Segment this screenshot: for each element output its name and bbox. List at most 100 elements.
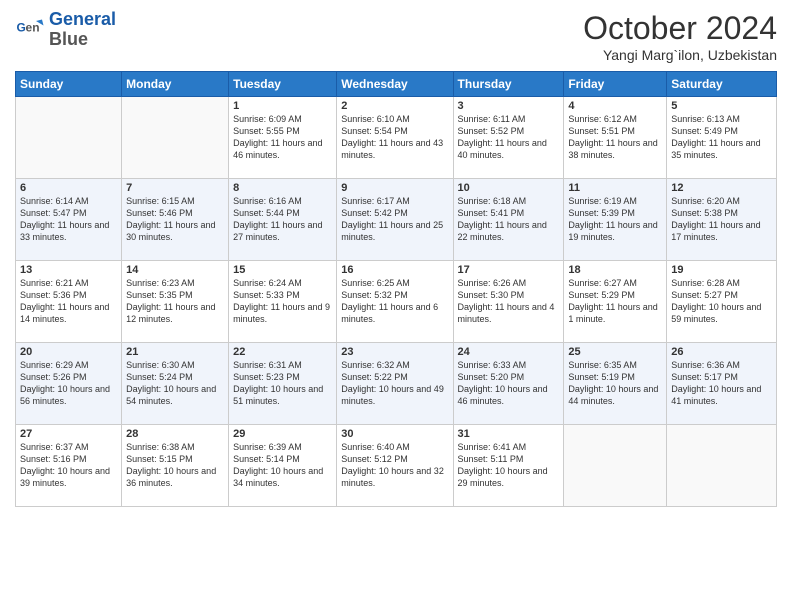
col-thursday: Thursday [453, 72, 564, 97]
calendar-week-3: 13Sunrise: 6:21 AM Sunset: 5:36 PM Dayli… [16, 261, 777, 343]
day-info: Sunrise: 6:09 AM Sunset: 5:55 PM Dayligh… [233, 113, 332, 162]
calendar-cell: 24Sunrise: 6:33 AM Sunset: 5:20 PM Dayli… [453, 343, 564, 425]
calendar-cell: 8Sunrise: 6:16 AM Sunset: 5:44 PM Daylig… [229, 179, 337, 261]
calendar-cell: 15Sunrise: 6:24 AM Sunset: 5:33 PM Dayli… [229, 261, 337, 343]
day-info: Sunrise: 6:38 AM Sunset: 5:15 PM Dayligh… [126, 441, 224, 490]
calendar-cell: 2Sunrise: 6:10 AM Sunset: 5:54 PM Daylig… [337, 97, 453, 179]
calendar-cell: 27Sunrise: 6:37 AM Sunset: 5:16 PM Dayli… [16, 425, 122, 507]
day-number: 30 [341, 428, 448, 440]
calendar-cell: 4Sunrise: 6:12 AM Sunset: 5:51 PM Daylig… [564, 97, 667, 179]
day-number: 22 [233, 346, 332, 358]
month-title: October 2024 [583, 10, 777, 47]
day-info: Sunrise: 6:36 AM Sunset: 5:17 PM Dayligh… [671, 359, 772, 408]
page: G e n General Blue October 2024 Yangi Ma… [0, 0, 792, 612]
logo-icon: G e n [15, 15, 45, 45]
day-info: Sunrise: 6:12 AM Sunset: 5:51 PM Dayligh… [568, 113, 662, 162]
day-info: Sunrise: 6:16 AM Sunset: 5:44 PM Dayligh… [233, 195, 332, 244]
calendar-cell [16, 97, 122, 179]
calendar-cell: 22Sunrise: 6:31 AM Sunset: 5:23 PM Dayli… [229, 343, 337, 425]
day-number: 1 [233, 100, 332, 112]
day-info: Sunrise: 6:26 AM Sunset: 5:30 PM Dayligh… [458, 277, 560, 326]
calendar-cell: 11Sunrise: 6:19 AM Sunset: 5:39 PM Dayli… [564, 179, 667, 261]
calendar-cell: 1Sunrise: 6:09 AM Sunset: 5:55 PM Daylig… [229, 97, 337, 179]
calendar-week-2: 6Sunrise: 6:14 AM Sunset: 5:47 PM Daylig… [16, 179, 777, 261]
day-number: 10 [458, 182, 560, 194]
calendar-table: Sunday Monday Tuesday Wednesday Thursday… [15, 71, 777, 507]
day-info: Sunrise: 6:28 AM Sunset: 5:27 PM Dayligh… [671, 277, 772, 326]
day-info: Sunrise: 6:13 AM Sunset: 5:49 PM Dayligh… [671, 113, 772, 162]
day-number: 12 [671, 182, 772, 194]
day-info: Sunrise: 6:21 AM Sunset: 5:36 PM Dayligh… [20, 277, 117, 326]
day-info: Sunrise: 6:20 AM Sunset: 5:38 PM Dayligh… [671, 195, 772, 244]
day-number: 4 [568, 100, 662, 112]
day-number: 23 [341, 346, 448, 358]
day-number: 2 [341, 100, 448, 112]
day-info: Sunrise: 6:15 AM Sunset: 5:46 PM Dayligh… [126, 195, 224, 244]
calendar-cell: 13Sunrise: 6:21 AM Sunset: 5:36 PM Dayli… [16, 261, 122, 343]
logo: G e n General Blue [15, 10, 116, 50]
day-info: Sunrise: 6:41 AM Sunset: 5:11 PM Dayligh… [458, 441, 560, 490]
calendar-cell: 31Sunrise: 6:41 AM Sunset: 5:11 PM Dayli… [453, 425, 564, 507]
logo-text: General Blue [49, 10, 116, 50]
day-info: Sunrise: 6:19 AM Sunset: 5:39 PM Dayligh… [568, 195, 662, 244]
calendar-week-4: 20Sunrise: 6:29 AM Sunset: 5:26 PM Dayli… [16, 343, 777, 425]
calendar-cell: 28Sunrise: 6:38 AM Sunset: 5:15 PM Dayli… [122, 425, 229, 507]
calendar-cell: 21Sunrise: 6:30 AM Sunset: 5:24 PM Dayli… [122, 343, 229, 425]
day-number: 19 [671, 264, 772, 276]
svg-text:G: G [17, 20, 26, 34]
day-number: 21 [126, 346, 224, 358]
title-block: October 2024 Yangi Marg`ilon, Uzbekistan [583, 10, 777, 63]
header: G e n General Blue October 2024 Yangi Ma… [15, 10, 777, 63]
svg-text:e: e [26, 20, 33, 34]
day-info: Sunrise: 6:10 AM Sunset: 5:54 PM Dayligh… [341, 113, 448, 162]
col-wednesday: Wednesday [337, 72, 453, 97]
calendar-cell: 17Sunrise: 6:26 AM Sunset: 5:30 PM Dayli… [453, 261, 564, 343]
svg-text:n: n [32, 20, 39, 34]
day-info: Sunrise: 6:32 AM Sunset: 5:22 PM Dayligh… [341, 359, 448, 408]
calendar-cell: 23Sunrise: 6:32 AM Sunset: 5:22 PM Dayli… [337, 343, 453, 425]
day-info: Sunrise: 6:29 AM Sunset: 5:26 PM Dayligh… [20, 359, 117, 408]
day-number: 17 [458, 264, 560, 276]
day-number: 14 [126, 264, 224, 276]
calendar-cell: 29Sunrise: 6:39 AM Sunset: 5:14 PM Dayli… [229, 425, 337, 507]
calendar-cell [667, 425, 777, 507]
header-row: Sunday Monday Tuesday Wednesday Thursday… [16, 72, 777, 97]
calendar-cell: 12Sunrise: 6:20 AM Sunset: 5:38 PM Dayli… [667, 179, 777, 261]
day-number: 29 [233, 428, 332, 440]
calendar-cell: 20Sunrise: 6:29 AM Sunset: 5:26 PM Dayli… [16, 343, 122, 425]
day-info: Sunrise: 6:23 AM Sunset: 5:35 PM Dayligh… [126, 277, 224, 326]
day-number: 31 [458, 428, 560, 440]
day-number: 25 [568, 346, 662, 358]
day-number: 27 [20, 428, 117, 440]
day-number: 3 [458, 100, 560, 112]
day-number: 28 [126, 428, 224, 440]
day-number: 18 [568, 264, 662, 276]
col-tuesday: Tuesday [229, 72, 337, 97]
calendar-week-5: 27Sunrise: 6:37 AM Sunset: 5:16 PM Dayli… [16, 425, 777, 507]
day-info: Sunrise: 6:37 AM Sunset: 5:16 PM Dayligh… [20, 441, 117, 490]
calendar-cell: 19Sunrise: 6:28 AM Sunset: 5:27 PM Dayli… [667, 261, 777, 343]
day-number: 24 [458, 346, 560, 358]
day-number: 7 [126, 182, 224, 194]
day-info: Sunrise: 6:14 AM Sunset: 5:47 PM Dayligh… [20, 195, 117, 244]
col-friday: Friday [564, 72, 667, 97]
day-info: Sunrise: 6:24 AM Sunset: 5:33 PM Dayligh… [233, 277, 332, 326]
calendar-cell: 26Sunrise: 6:36 AM Sunset: 5:17 PM Dayli… [667, 343, 777, 425]
calendar-cell [564, 425, 667, 507]
col-sunday: Sunday [16, 72, 122, 97]
calendar-cell: 3Sunrise: 6:11 AM Sunset: 5:52 PM Daylig… [453, 97, 564, 179]
calendar-cell: 30Sunrise: 6:40 AM Sunset: 5:12 PM Dayli… [337, 425, 453, 507]
day-number: 13 [20, 264, 117, 276]
day-info: Sunrise: 6:18 AM Sunset: 5:41 PM Dayligh… [458, 195, 560, 244]
calendar-cell: 7Sunrise: 6:15 AM Sunset: 5:46 PM Daylig… [122, 179, 229, 261]
location: Yangi Marg`ilon, Uzbekistan [583, 47, 777, 63]
day-info: Sunrise: 6:40 AM Sunset: 5:12 PM Dayligh… [341, 441, 448, 490]
calendar-cell: 6Sunrise: 6:14 AM Sunset: 5:47 PM Daylig… [16, 179, 122, 261]
day-info: Sunrise: 6:31 AM Sunset: 5:23 PM Dayligh… [233, 359, 332, 408]
day-info: Sunrise: 6:27 AM Sunset: 5:29 PM Dayligh… [568, 277, 662, 326]
calendar-cell: 14Sunrise: 6:23 AM Sunset: 5:35 PM Dayli… [122, 261, 229, 343]
day-info: Sunrise: 6:39 AM Sunset: 5:14 PM Dayligh… [233, 441, 332, 490]
calendar-cell: 5Sunrise: 6:13 AM Sunset: 5:49 PM Daylig… [667, 97, 777, 179]
day-number: 15 [233, 264, 332, 276]
day-info: Sunrise: 6:25 AM Sunset: 5:32 PM Dayligh… [341, 277, 448, 326]
